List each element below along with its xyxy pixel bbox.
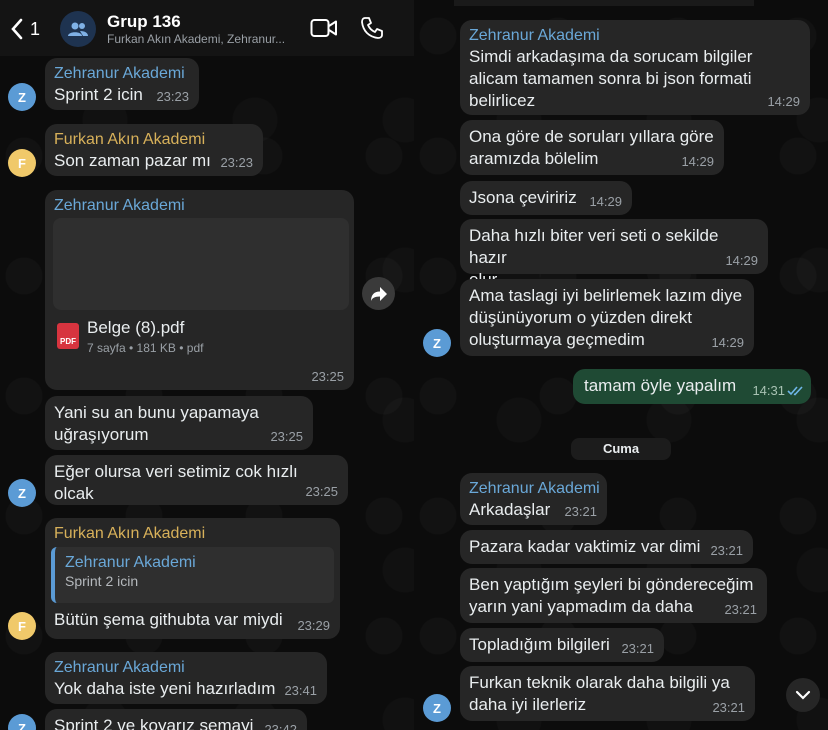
message-text: Ona göre de soruları yıllara göre aramız…	[469, 127, 714, 168]
message-time: 23:21	[621, 641, 654, 656]
message-sender[interactable]: Zehranur Akademi	[54, 64, 190, 84]
message-time: 14:29	[711, 335, 744, 350]
message-text: Ben yaptığım şeyleri bi göndereceğim yar…	[469, 575, 754, 616]
back-button[interactable]: 1	[10, 14, 46, 44]
message-time: 23:41	[284, 683, 317, 698]
message-text: Eğer olursa veri setimiz cok hızlı olcak	[54, 462, 298, 503]
file-meta: 7 sayfa • 181 KB • pdf	[87, 341, 204, 355]
message-sender[interactable]: Zehranur Akademi	[469, 479, 600, 499]
group-avatar[interactable]	[60, 11, 96, 47]
double-check-icon	[787, 386, 803, 396]
message-time: 14:29	[767, 94, 800, 109]
forward-arrow-icon	[370, 286, 387, 301]
forward-button[interactable]	[362, 277, 395, 310]
document-preview[interactable]	[53, 218, 349, 310]
message-bubble[interactable]: Ama taslagi iyi belirlemek lazım diye dü…	[460, 279, 754, 356]
message-time: 23:29	[297, 618, 330, 633]
chat-subtitle[interactable]: Furkan Akın Akademi, Zehranur...	[107, 32, 285, 46]
document-message[interactable]: Zehranur Akademi PDF Belge (8).pdf 7 say…	[45, 190, 354, 390]
message-bubble[interactable]: Sprint 2 ve koyarız şemayi 23:42	[45, 709, 307, 730]
scroll-to-bottom-button[interactable]	[786, 678, 820, 712]
message-sender[interactable]: Zehranur Akademi	[50, 194, 349, 218]
message-time: 23:25	[305, 484, 338, 499]
quoted-message[interactable]: Zehranur Akademi Sprint 2 icin	[51, 547, 334, 603]
outgoing-message-bubble[interactable]: tamam öyle yapalım 14:31	[573, 369, 811, 404]
message-sender[interactable]: Furkan Akın Akademi	[54, 130, 254, 150]
message-bubble[interactable]: Daha hızlı biter veri seti o sekilde haz…	[460, 219, 768, 289]
back-count: 1	[30, 18, 41, 39]
chevron-down-icon	[795, 690, 811, 700]
message-bubble[interactable]: Furkan Akın Akademi Son zaman pazar mı 2…	[45, 124, 263, 176]
message-sender[interactable]: Zehranur Akademi	[469, 26, 801, 46]
voice-call-button[interactable]	[360, 16, 384, 45]
message-bubble[interactable]: Yani su an bunu yapamaya uğraşıyorum 23:…	[45, 396, 313, 450]
message-text: Yani su an bunu yapamaya uğraşıyorum	[54, 403, 259, 444]
message-bubble[interactable]: Zehranur Akademi Simdi arkadaşıma da sor…	[460, 20, 810, 115]
message-bubble[interactable]: Eğer olursa veri setimiz cok hızlı olcak…	[45, 455, 348, 505]
video-call-button[interactable]	[310, 17, 338, 44]
message-sender[interactable]: Zehranur Akademi	[54, 658, 318, 678]
message-bubble[interactable]: Jsona çeviririz 14:29	[460, 181, 632, 215]
avatar[interactable]: Z	[8, 83, 36, 111]
message-text: Sprint 2 ve koyarız şemayi	[54, 716, 254, 730]
message-time: 23:23	[220, 155, 253, 170]
avatar[interactable]: Z	[423, 694, 451, 722]
message-text: Pazara kadar vaktimiz var dimi	[469, 537, 701, 556]
message-time: 23:21	[712, 700, 745, 715]
chat-title[interactable]: Grup 136	[107, 12, 181, 32]
message-text: Yok daha iste yeni hazırladım	[54, 679, 276, 698]
message-time: 23:21	[724, 602, 757, 617]
pdf-file-icon: PDF	[57, 323, 79, 349]
message-text: Bütün şema githubta var miydi	[54, 610, 283, 629]
reply-message[interactable]: Furkan Akın Akademi Zehranur Akademi Spr…	[45, 518, 340, 639]
message-text: Simdi arkadaşıma da sorucam bilgiler ali…	[469, 47, 753, 110]
cut-header-strip	[454, 0, 754, 6]
message-bubble[interactable]: Zehranur Akademi Sprint 2 icin 23:23	[45, 58, 199, 110]
message-text: Ama taslagi iyi belirlemek lazım diye dü…	[469, 286, 743, 349]
message-time: 23:25	[270, 429, 303, 444]
avatar[interactable]: F	[8, 149, 36, 177]
quoted-sender: Zehranur Akademi	[65, 554, 196, 571]
message-bubble[interactable]: Ona göre de soruları yıllara göre aramız…	[460, 120, 724, 175]
avatar[interactable]: Z	[8, 714, 36, 730]
message-bubble[interactable]: Furkan teknik olarak daha bilgili ya dah…	[460, 666, 755, 721]
message-time: 23:21	[564, 504, 597, 519]
message-sender[interactable]: Furkan Akın Akademi	[54, 524, 331, 544]
message-time: 14:29	[681, 154, 714, 169]
day-separator: Cuma	[571, 438, 671, 460]
video-camera-icon	[310, 19, 337, 37]
message-time: 23:42	[264, 722, 297, 730]
message-bubble[interactable]: Zehranur Akademi Arkadaşlar 23:21	[460, 473, 607, 525]
file-name[interactable]: Belge (8).pdf	[87, 318, 184, 338]
message-text: Furkan teknik olarak daha bilgili ya dah…	[469, 673, 730, 714]
message-bubble[interactable]: Zehranur Akademi Yok daha iste yeni hazı…	[45, 652, 327, 704]
message-bubble[interactable]: Pazara kadar vaktimiz var dimi 23:21	[460, 530, 753, 564]
message-time: 14:31	[752, 383, 785, 398]
chat-left-panel: 1 Grup 136 Furkan Akın Akademi, Zehranur…	[0, 0, 414, 730]
message-time: 14:29	[589, 194, 622, 209]
quoted-text: Sprint 2 icin	[65, 573, 139, 589]
chat-header: 1 Grup 136 Furkan Akın Akademi, Zehranur…	[0, 0, 414, 56]
message-time: 14:29	[725, 253, 758, 268]
phone-icon	[361, 17, 383, 39]
message-time: 23:23	[156, 89, 189, 104]
chevron-left-icon	[11, 18, 23, 40]
avatar[interactable]: Z	[423, 329, 451, 357]
message-bubble[interactable]: Topladığım bilgileri 23:21	[460, 628, 664, 662]
message-time: 23:21	[710, 543, 743, 558]
message-bubble[interactable]: Ben yaptığım şeyleri bi göndereceğim yar…	[460, 568, 767, 623]
message-time: 23:25	[311, 369, 344, 384]
avatar[interactable]: Z	[8, 479, 36, 507]
group-icon	[68, 22, 88, 36]
avatar[interactable]: F	[8, 612, 36, 640]
